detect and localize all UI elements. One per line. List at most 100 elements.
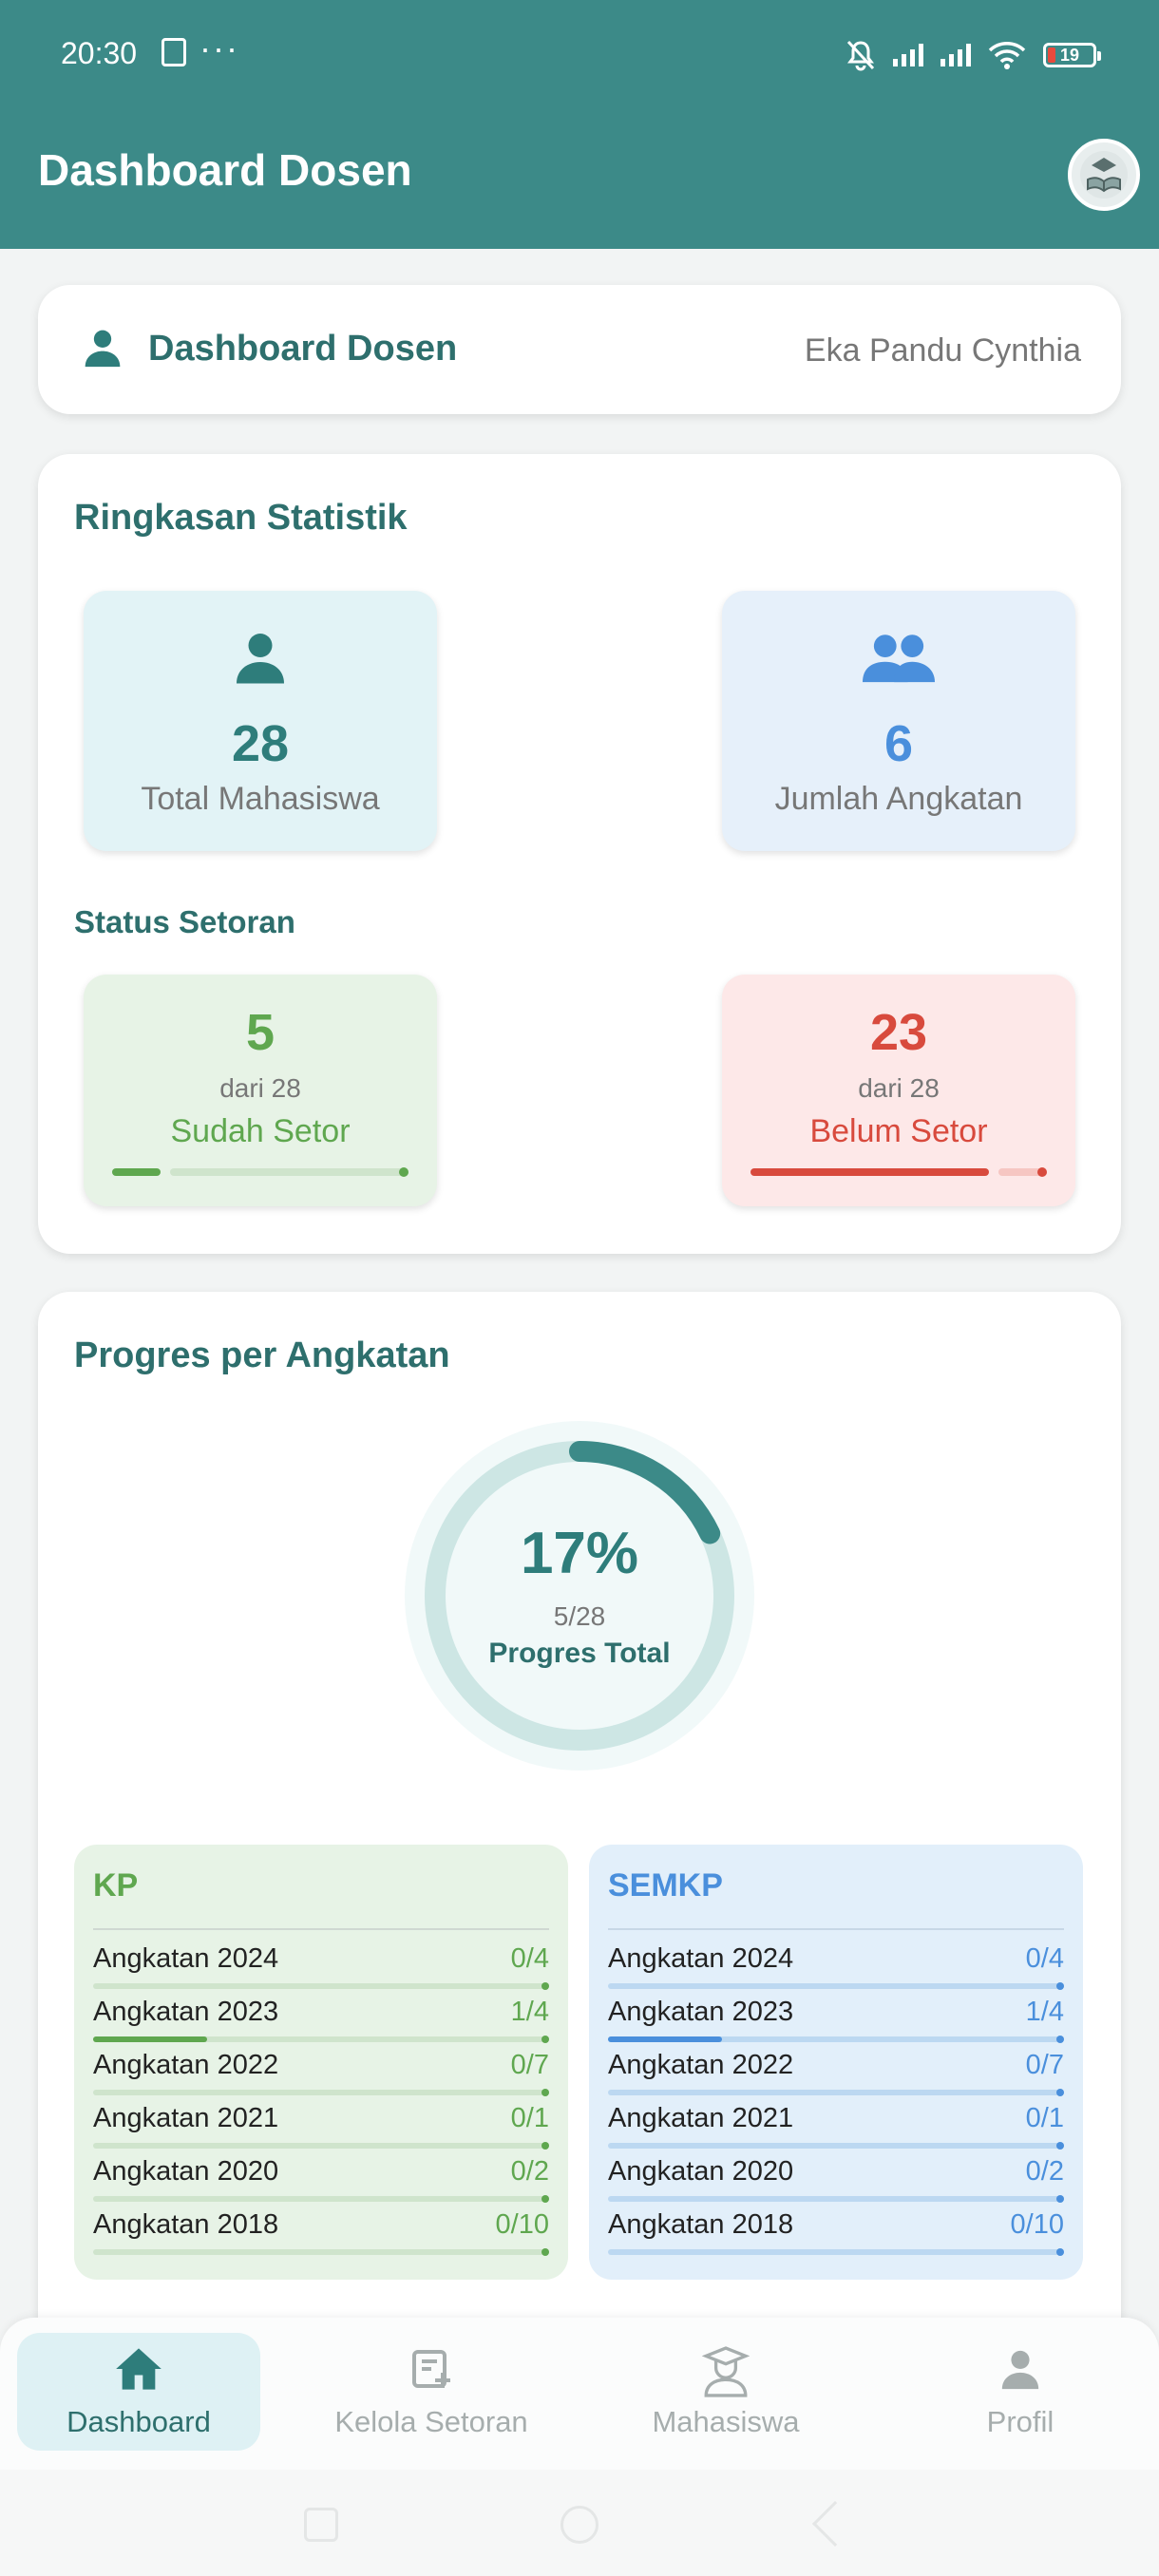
cohort-count-value: 6: [884, 715, 914, 772]
cohort-progress-track: [608, 1982, 1064, 1990]
semkp-row: Angkatan 2022 0/7: [608, 2050, 1064, 2103]
nav-kelola-setoran-label: Kelola Setoran: [334, 2405, 528, 2438]
student-icon: [702, 2346, 750, 2397]
app-header: 20:30 ··· 19 Dashboard Dosen: [0, 0, 1159, 249]
cohort-label: Angkatan 2020: [93, 2156, 279, 2187]
cohort-progress-track: [93, 2248, 549, 2256]
mute-bell-icon: [846, 40, 875, 71]
welcome-title: Dashboard Dosen: [148, 329, 458, 369]
semkp-row: Angkatan 2020 0/2: [608, 2156, 1064, 2209]
profile-avatar-button[interactable]: [1068, 139, 1140, 211]
cohort-label: Angkatan 2021: [608, 2103, 794, 2133]
lecturer-name: Eka Pandu Cynthia: [804, 332, 1081, 369]
submitted-value: 5: [245, 1004, 276, 1061]
nav-profil[interactable]: Profil: [899, 2333, 1142, 2451]
semkp-row: Angkatan 2018 0/10: [608, 2209, 1064, 2263]
cohort-label: Angkatan 2024: [608, 1943, 794, 1974]
cohort-value: 1/4: [510, 1997, 549, 2027]
cohort-progress-dot: [1056, 2036, 1064, 2043]
statistics-title: Ringkasan Statistik: [74, 498, 408, 538]
cohort-progress-dot: [542, 2142, 549, 2150]
cohort-progress-dot: [542, 2195, 549, 2203]
cohort-progress-dot: [1056, 2089, 1064, 2096]
kp-row: Angkatan 2020 0/2: [93, 2156, 549, 2209]
kp-title: KP: [93, 1867, 139, 1904]
cohort-value: 0/4: [1025, 1943, 1064, 1974]
kp-panel: KP Angkatan 2024 0/4 Angkatan 2023 1/4 Angka…: [74, 1845, 568, 2280]
submission-status-title: Status Setoran: [74, 904, 295, 939]
progress-fraction: 5/28: [553, 1601, 606, 1631]
status-bar: 20:30 ··· 19: [0, 0, 1159, 114]
submitted-of: dari 28: [219, 1073, 301, 1103]
nav-mahasiswa[interactable]: Mahasiswa: [604, 2333, 847, 2451]
cohort-count-tile[interactable]: 6 Jumlah Angkatan: [722, 591, 1075, 851]
cohort-value: 1/4: [1025, 1997, 1064, 2027]
book-logo-icon: [1080, 151, 1128, 199]
nav-dashboard[interactable]: Dashboard: [17, 2333, 260, 2451]
page-title: Dashboard Dosen: [38, 145, 412, 195]
kp-row: Angkatan 2023 1/4: [93, 1997, 549, 2050]
cohort-progress-dot: [542, 2248, 549, 2256]
shopping-bag-icon: [162, 38, 186, 66]
cohort-progress-dot: [1056, 1982, 1064, 1990]
semkp-panel: SEMKP Angkatan 2024 0/4 Angkatan 2023 1/4 An…: [589, 1845, 1083, 2280]
nav-dashboard-label: Dashboard: [66, 2405, 211, 2438]
cohort-value: 0/1: [1025, 2103, 1064, 2133]
recent-apps-button[interactable]: [304, 2508, 338, 2542]
nav-mahasiswa-label: Mahasiswa: [652, 2405, 800, 2438]
person-icon: [1001, 2350, 1039, 2390]
not-submitted-label: Belum Setor: [809, 1113, 988, 1149]
total-progress-ring: 17% 5/28 Progres Total: [403, 1419, 756, 1772]
cohort-label: Angkatan 2022: [93, 2050, 279, 2080]
cohort-progress-dot: [1056, 2142, 1064, 2150]
cohort-label: Angkatan 2021: [93, 2103, 279, 2133]
cohort-label: Angkatan 2023: [608, 1997, 794, 2027]
cohort-progress-track: [608, 2142, 1064, 2150]
cohort-progress-track: [93, 1982, 549, 1990]
cohort-value: 0/2: [510, 2156, 549, 2187]
cohort-progress-fill: [93, 2036, 207, 2042]
person-icon: [237, 634, 284, 684]
nav-profil-label: Profil: [986, 2405, 1054, 2438]
home-icon: [116, 2348, 162, 2390]
divider: [93, 1928, 549, 1930]
submitted-label: Sudah Setor: [170, 1113, 351, 1149]
nav-kelola-setoran[interactable]: Kelola Setoran: [310, 2333, 553, 2451]
not-submitted-of: dari 28: [858, 1073, 940, 1103]
not-submitted-tile[interactable]: 23 dari 28 Belum Setor: [722, 975, 1075, 1206]
cohort-label: Angkatan 2023: [93, 1997, 279, 2027]
progress-caption: Progres Total: [488, 1638, 671, 1669]
total-students-value: 28: [231, 715, 290, 772]
cohort-label: Angkatan 2024: [93, 1943, 279, 1974]
battery-indicator: 19: [1043, 43, 1101, 67]
home-button[interactable]: [560, 2506, 598, 2544]
cohort-label: Angkatan 2022: [608, 2050, 794, 2080]
statistics-card: Ringkasan Statistik 28 Total Mahasiswa 6…: [38, 454, 1121, 1254]
cohort-value: 0/4: [510, 1943, 549, 1974]
not-submitted-value: 23: [869, 1004, 928, 1061]
status-icons: 19: [846, 36, 1101, 74]
back-button[interactable]: [811, 2500, 859, 2548]
cohort-progress-fill: [608, 2036, 722, 2042]
cohort-progress-track: [608, 2195, 1064, 2203]
kp-row: Angkatan 2018 0/10: [93, 2209, 549, 2263]
submitted-progress-bar: [112, 1167, 408, 1177]
kp-row: Angkatan 2024 0/4: [93, 1943, 549, 1997]
cohort-progress-track: [93, 2195, 549, 2203]
cohort-value: 0/7: [1025, 2050, 1064, 2080]
person-icon: [85, 330, 121, 368]
total-students-tile[interactable]: 28 Total Mahasiswa: [84, 591, 437, 851]
cohort-label: Angkatan 2018: [93, 2209, 279, 2240]
more-notifications-icon: ···: [200, 28, 239, 67]
system-navigation-bar: [0, 2470, 1159, 2576]
submitted-tile[interactable]: 5 dari 28 Sudah Setor: [84, 975, 437, 1206]
cohort-progress-track: [608, 2089, 1064, 2096]
semkp-row: Angkatan 2024 0/4: [608, 1943, 1064, 1997]
cohort-progress-track: [608, 2036, 1064, 2043]
cohort-value: 0/2: [1025, 2156, 1064, 2187]
bottom-navigation: Dashboard Kelola Setoran Mahasiswa Profi…: [0, 2318, 1159, 2470]
add-note-icon: [412, 2350, 450, 2388]
semkp-row: Angkatan 2023 1/4: [608, 1997, 1064, 2050]
cohort-progress-dot: [542, 1982, 549, 1990]
cohort-value: 0/10: [1010, 2209, 1064, 2240]
